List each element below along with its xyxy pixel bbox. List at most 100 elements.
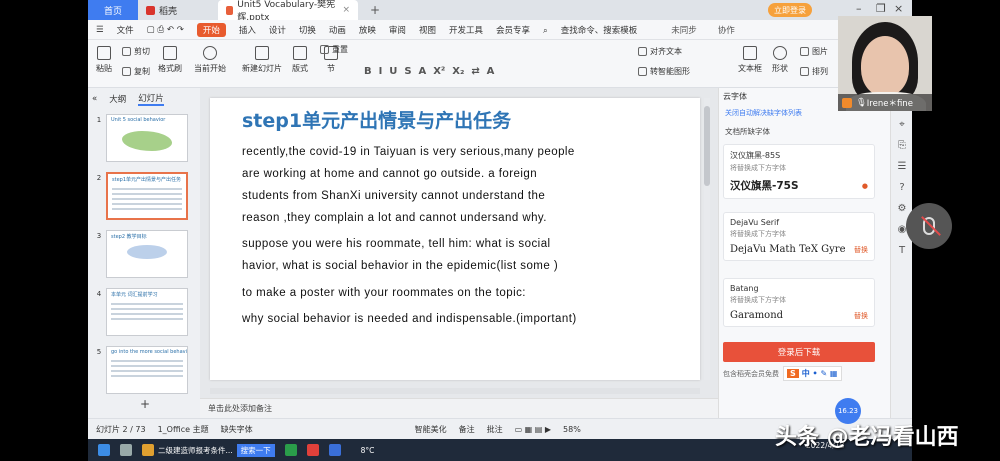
collapse-icon[interactable]: «	[92, 94, 97, 104]
search-taskbar-icon[interactable]	[120, 444, 132, 456]
new-slide-button[interactable]: 新建幻灯片	[242, 46, 282, 74]
login-download-button[interactable]: 登录后下载	[723, 342, 875, 362]
slide-title[interactable]: step1单元产出情景与产出任务	[242, 106, 511, 133]
minimize-icon[interactable]: –	[856, 2, 862, 15]
search-command-input[interactable]: ⌕ 查找命令、搜索模板	[543, 24, 650, 36]
menu-file[interactable]: 文件	[117, 24, 134, 36]
menu-insert[interactable]: 插入	[239, 24, 256, 36]
close-auto-fix-link[interactable]: 关闭自动解决缺字体列表	[725, 108, 802, 118]
quick-icons[interactable]: ▢ ⎙ ↶ ↷	[147, 25, 184, 35]
pin-icon[interactable]: ⌖	[891, 119, 912, 130]
missing-font-status[interactable]: 缺失字体	[221, 424, 253, 435]
view-icons[interactable]: ▭ ▦ ▤ ▶	[515, 425, 551, 434]
slide-text-line[interactable]: recently,the covid-19 in Taiyuan is very…	[242, 146, 575, 158]
help-icon[interactable]: ?	[891, 182, 912, 193]
slide-thumb-2[interactable]: 2 step1单元产出情景与产出任务	[92, 172, 188, 220]
slide-text-line[interactable]: why social behavior is needed and indisp…	[242, 313, 577, 325]
explorer-icon[interactable]	[142, 444, 154, 456]
beautify-button[interactable]: 智能美化	[415, 424, 447, 435]
cut-button[interactable]: 剪切	[122, 46, 150, 57]
paste-button[interactable]: 粘贴	[96, 46, 112, 74]
menu-animation[interactable]: 动画	[329, 24, 346, 36]
menu-view[interactable]: 视图	[419, 24, 436, 36]
slide-num: 5	[96, 348, 102, 356]
add-slide-button[interactable]: +	[140, 397, 150, 411]
current-slide[interactable]: step1单元产出情景与产出任务 recently,the covid-19 i…	[210, 98, 700, 380]
slide-thumb-1[interactable]: 1 Unit 5 social behavior	[92, 114, 188, 162]
reset-button[interactable]: 重置	[320, 44, 348, 55]
mute-mic-button[interactable]	[906, 203, 952, 249]
list-icon[interactable]: ☰	[891, 161, 912, 172]
font-card[interactable]: 汉仪旗黑-85S 将替换成下方字体 汉仪旗黑-75S ●	[723, 144, 875, 199]
tab-document[interactable]: Unit5 Vocabulary-樊宪辉.pptx ×	[218, 0, 358, 23]
layout-button[interactable]: 版式	[292, 46, 308, 74]
slide-text-line[interactable]: suppose you were his roommate, tell him:…	[242, 238, 551, 250]
tab-daoke[interactable]: 稻壳	[138, 0, 208, 20]
menu-hamburger-icon[interactable]: ☰	[96, 25, 104, 35]
slide-text-line[interactable]: to make a poster with your roommates on …	[242, 287, 526, 299]
slide-thumb-3[interactable]: 3 step2 教学目标	[92, 230, 188, 278]
menu-unsync[interactable]: 未同步	[671, 24, 697, 36]
textbox-button[interactable]: 文本框	[738, 46, 762, 74]
windows-start-icon[interactable]	[98, 444, 110, 456]
taskbar-search-item[interactable]: 搜索一下	[236, 443, 275, 457]
format-painter-button[interactable]: 格式刷	[158, 46, 182, 74]
cut-label: 剪切	[134, 47, 150, 56]
arrange-button[interactable]: 排列	[800, 66, 828, 77]
copy-icon[interactable]: ⎘	[891, 140, 912, 151]
vertical-scrollbar[interactable]	[704, 98, 710, 380]
ime-toolbar[interactable]: S中 • ✎ ▦	[783, 366, 842, 381]
tab-home[interactable]: 首页	[88, 0, 138, 20]
horizontal-scrollbar[interactable]	[210, 388, 700, 394]
picture-button[interactable]: 图片	[800, 46, 828, 57]
slide-text-line[interactable]: are working at home and cannot go outsid…	[242, 168, 537, 180]
left-pane-tabs: « 大纲 幻灯片	[92, 92, 176, 106]
taskbar-item[interactable]: 二级建造师报考条件...	[158, 445, 233, 456]
menu-design[interactable]: 设计	[269, 24, 286, 36]
new-tab-button[interactable]: +	[370, 3, 380, 17]
menu-member[interactable]: 会员专享	[496, 24, 530, 36]
replacement-font: DejaVu Math TeX Gyre 替换	[724, 239, 874, 260]
close-tab-icon[interactable]: ×	[342, 5, 350, 15]
replace-action[interactable]: 替换	[854, 245, 868, 255]
copy-button[interactable]: 复制	[122, 66, 150, 77]
restore-icon[interactable]: ❐	[876, 2, 886, 15]
menu-review[interactable]: 审阅	[389, 24, 406, 36]
text-icon[interactable]: T	[891, 245, 912, 256]
slide-thumb-4[interactable]: 4 本单元 词汇提前学习	[92, 288, 188, 336]
notes-button[interactable]: 备注	[459, 424, 475, 435]
app-icon[interactable]	[328, 444, 341, 456]
member-note-text: 包含稻壳会员免费	[723, 369, 779, 378]
tab-outline[interactable]: 大纲	[109, 93, 126, 105]
shape-button[interactable]: 形状	[772, 46, 788, 74]
menu-transition[interactable]: 切换	[299, 24, 316, 36]
missing-fonts-heading: 文档所缺字体	[725, 127, 770, 136]
login-button[interactable]: 立即登录	[768, 3, 812, 17]
slide-text-line[interactable]: havior, what is social behavior in the e…	[242, 260, 558, 272]
menu-collab[interactable]: 协作	[718, 24, 735, 36]
replace-action[interactable]: 替换	[854, 311, 868, 321]
menu-start[interactable]: 开始	[196, 22, 226, 37]
wps-icon[interactable]	[306, 444, 319, 456]
reset-label: 重置	[332, 45, 348, 54]
weather-temp: 8°C	[360, 445, 375, 455]
font-card[interactable]: Batang 将替换成下方字体 Garamond 替换	[723, 278, 875, 327]
tab-slides[interactable]: 幻灯片	[138, 92, 164, 106]
slide-text-line[interactable]: students from ShanXi university cannot u…	[242, 190, 545, 202]
comment-button[interactable]: 批注	[487, 424, 503, 435]
menu-devtools[interactable]: 开发工具	[449, 24, 483, 36]
format-buttons[interactable]: B I U S A X² X₂ ⇄ A	[364, 66, 494, 77]
slide-text-line[interactable]: reason ,they complain a lot and cannot u…	[242, 212, 547, 224]
smart-shape-button[interactable]: 转智能图形	[638, 66, 690, 77]
replace-action[interactable]: ●	[862, 182, 868, 190]
align-text-button[interactable]: 对齐文本	[638, 46, 682, 57]
font-card[interactable]: DejaVu Serif 将替换成下方字体 DejaVu Math TeX Gy…	[723, 212, 875, 261]
from-start-button[interactable]: 当前开始	[194, 46, 226, 74]
close-window-icon[interactable]: ×	[894, 2, 903, 15]
zoom-level[interactable]: 58%	[563, 425, 581, 434]
search-icon: ⌕	[542, 25, 548, 36]
chrome-icon[interactable]	[284, 444, 297, 456]
notes-area[interactable]: 单击此处添加备注	[200, 398, 718, 418]
menu-slideshow[interactable]: 放映	[359, 24, 376, 36]
slide-thumb-5[interactable]: 5 go into the more social behavior	[92, 346, 188, 394]
